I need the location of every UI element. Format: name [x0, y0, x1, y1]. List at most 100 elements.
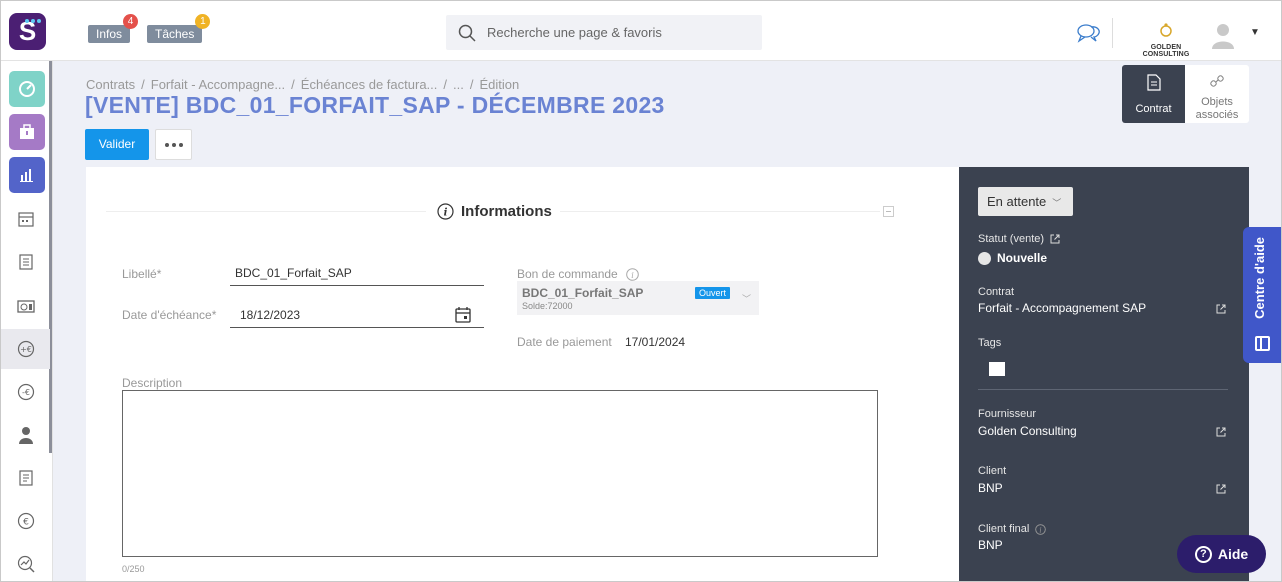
help-center-tab[interactable]: Centre d'aide	[1243, 227, 1281, 363]
document-icon	[1146, 74, 1161, 91]
taches-count-badge: 1	[195, 14, 211, 29]
sidebar-item-dashboard[interactable]	[9, 71, 45, 107]
sidebar-item-calendar[interactable]	[1, 199, 50, 239]
taches-label: Tâches	[155, 27, 195, 41]
sidebar-item-briefcase[interactable]	[9, 114, 45, 150]
status-dropdown[interactable]: En attente ﹀	[978, 187, 1073, 216]
chat-icon[interactable]	[1077, 23, 1101, 43]
sidebar-item-timesheet[interactable]	[1, 285, 50, 325]
page-title: [VENTE] BDC_01_FORFAIT_SAP - DÉCEMBRE 20…	[85, 92, 665, 118]
calendar-picker-icon[interactable]	[455, 306, 471, 323]
book-icon	[1255, 336, 1270, 351]
revenue-icon: +€	[17, 340, 34, 358]
chevron-down-icon[interactable]: ﹀	[742, 292, 751, 305]
external-link-icon[interactable]	[1216, 427, 1226, 437]
bon-commande-label-group: Bon de commande i	[517, 267, 639, 281]
description-counter: 0/250	[122, 564, 145, 574]
invoice-icon	[18, 470, 33, 486]
date-echeance-underline	[230, 327, 484, 328]
client-value: BNP	[978, 481, 1003, 495]
breadcrumb-separator: /	[141, 77, 145, 92]
informations-card: i Informations Libellé* BDC_01_Forfait_S…	[86, 167, 959, 581]
description-textarea[interactable]	[122, 390, 878, 557]
timesheet-icon	[16, 300, 35, 313]
sidebar-item-finance[interactable]: €	[1, 501, 50, 541]
search-placeholder: Recherche une page & favoris	[487, 25, 662, 40]
infos-count-badge: 4	[123, 14, 139, 29]
aide-button[interactable]: ? Aide	[1177, 535, 1266, 573]
top-bar: S Infos 4 Tâches 1 Recherche une page & …	[1, 1, 1281, 61]
breadcrumb-item[interactable]: Échéances de factura...	[301, 77, 438, 92]
breadcrumb-item[interactable]: Contrats	[86, 77, 135, 92]
date-echeance-input[interactable]: 18/12/2023	[240, 308, 300, 322]
svg-text:+€: +€	[20, 345, 32, 354]
fournisseur-label: Fournisseur	[978, 408, 1037, 420]
infos-label: Infos	[96, 27, 123, 41]
sidebar-item-users[interactable]	[1, 415, 50, 455]
svg-text:i: i	[1040, 526, 1042, 534]
euro-icon: €	[17, 512, 34, 530]
sidebar-item-revenue[interactable]: +€	[1, 329, 50, 369]
statut-vente-label-group: Statut (vente)	[978, 233, 1060, 245]
breadcrumb-item[interactable]: Forfait - Accompagne...	[151, 77, 285, 92]
client-final-value: BNP	[978, 538, 1003, 552]
bon-commande-name: BDC_01_Forfait_SAP	[522, 286, 644, 300]
section-divider	[106, 211, 426, 212]
external-link-icon[interactable]	[1216, 484, 1226, 494]
question-icon: ?	[1194, 545, 1212, 563]
company-name: GOLDEN CONSULTING	[1142, 44, 1190, 58]
libelle-input[interactable]: BDC_01_Forfait_SAP	[235, 266, 352, 280]
tab-contrat[interactable]: Contrat	[1122, 65, 1185, 123]
breadcrumb: Contrats / Forfait - Accompagne... / Échéanc…	[86, 77, 519, 92]
search-icon	[458, 24, 476, 42]
sidebar-item-documents[interactable]	[1, 242, 50, 282]
document-list-icon	[18, 254, 33, 270]
more-dots-icon	[164, 142, 169, 147]
fournisseur-value: Golden Consulting	[978, 424, 1077, 438]
bon-commande-status-badge: Ouvert	[695, 287, 731, 299]
client-final-label: Client final	[978, 523, 1030, 535]
breadcrumb-separator: /	[469, 77, 474, 92]
tab-objets-associes[interactable]: Objets associés	[1185, 65, 1249, 123]
svg-text:-€: -€	[22, 388, 30, 397]
section-divider	[560, 211, 880, 212]
description-label: Description	[122, 376, 183, 390]
sidebar-item-invoices[interactable]	[1, 458, 50, 498]
bon-commande-select[interactable]: BDC_01_Forfait_SAP Solde:72000 Ouvert ﹀	[517, 281, 759, 315]
external-link-icon[interactable]	[1050, 234, 1060, 244]
user-avatar-icon[interactable]	[1209, 21, 1237, 49]
search-bar[interactable]: Recherche une page & favoris	[446, 15, 762, 50]
bon-commande-label: Bon de commande	[517, 267, 618, 281]
infos-button[interactable]: Infos 4	[88, 14, 139, 43]
panel-divider	[978, 389, 1228, 390]
sidebar-item-expense[interactable]: -€	[1, 372, 50, 412]
breadcrumb-item[interactable]: ...	[453, 77, 464, 92]
sidebar-item-reports[interactable]	[9, 157, 45, 193]
libelle-label: Libellé*	[122, 267, 162, 281]
breadcrumb-separator: /	[443, 77, 448, 92]
sidebar-item-analytics[interactable]	[1, 544, 50, 581]
topbar-divider	[1112, 18, 1113, 48]
status-dot-icon	[978, 251, 991, 265]
svg-text:€: €	[23, 518, 29, 528]
svg-text:i: i	[444, 208, 448, 219]
company-logo: GOLDEN CONSULTING	[1129, 23, 1203, 58]
briefcase-icon	[20, 124, 34, 139]
collapse-section-button[interactable]	[883, 206, 894, 217]
app-window: S Infos 4 Tâches 1 Recherche une page & …	[0, 0, 1282, 582]
tab-objets-label-2: associés	[1195, 109, 1239, 121]
app-logo[interactable]: S	[9, 13, 46, 50]
taches-button[interactable]: Tâches 1	[147, 14, 211, 43]
info-icon[interactable]: i	[625, 267, 639, 281]
left-sidebar: +€ -€ €	[1, 61, 53, 581]
user-menu-caret-icon[interactable]: ▼	[1250, 27, 1260, 38]
add-tag-button[interactable]	[989, 362, 1005, 376]
external-link-icon[interactable]	[1216, 304, 1226, 314]
calendar-icon	[17, 212, 34, 227]
valider-button[interactable]: Valider	[85, 129, 149, 160]
more-actions-button[interactable]	[155, 129, 192, 160]
link-icon	[1210, 75, 1224, 87]
info-icon: i	[437, 203, 454, 220]
date-paiement-value: 17/01/2024	[625, 335, 686, 349]
info-icon[interactable]: i	[1035, 523, 1047, 535]
